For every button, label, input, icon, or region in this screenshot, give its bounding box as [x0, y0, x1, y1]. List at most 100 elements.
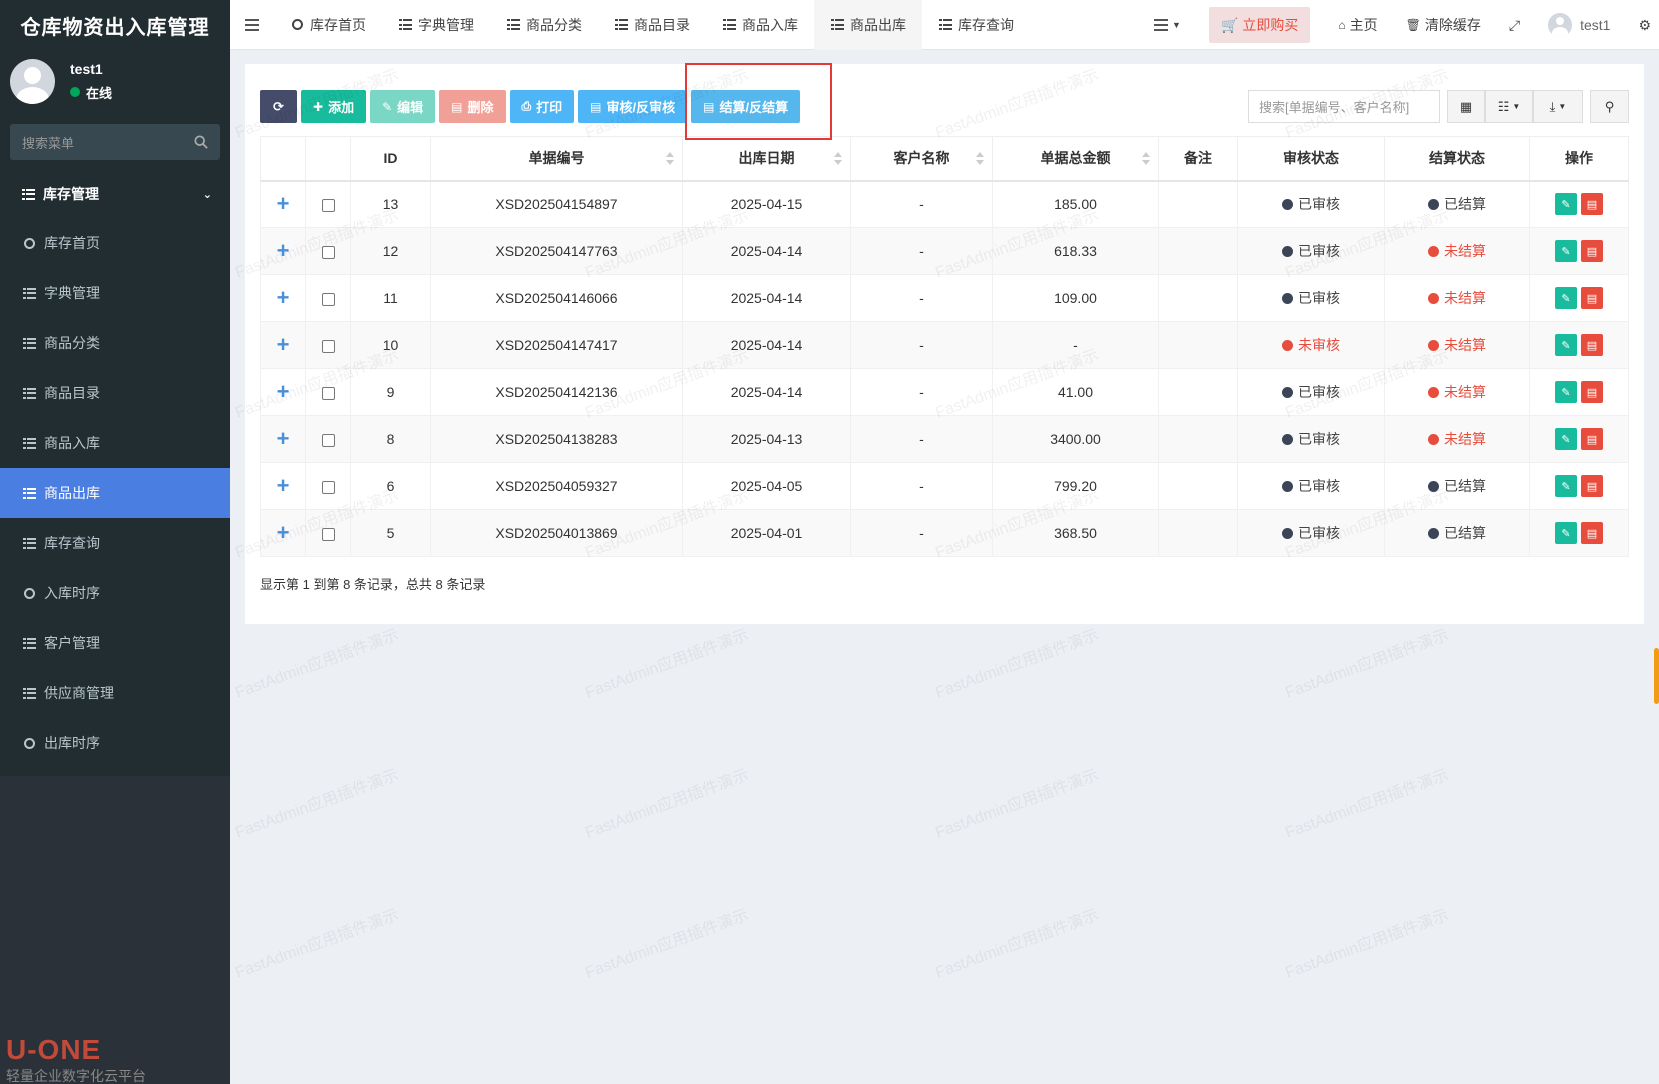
- row-delete-button[interactable]: ▤: [1581, 334, 1603, 356]
- sidebar-item-10[interactable]: 出库时序: [0, 718, 230, 768]
- sort-icon[interactable]: [976, 152, 984, 166]
- columns-button[interactable]: ☷ ▼: [1485, 90, 1533, 123]
- row-checkbox[interactable]: [321, 433, 335, 447]
- sort-icon[interactable]: [834, 152, 842, 166]
- export-button[interactable]: ⤓ ▼: [1533, 90, 1583, 123]
- user-menu[interactable]: test1: [1534, 0, 1624, 50]
- select-cell[interactable]: [305, 321, 351, 369]
- expand-cell[interactable]: +: [260, 227, 306, 275]
- home-link[interactable]: ⌂ 主页: [1324, 0, 1391, 50]
- select-cell[interactable]: [305, 462, 351, 510]
- col-header-date[interactable]: 出库日期: [682, 136, 851, 182]
- sidebar-item-4[interactable]: 商品入库: [0, 418, 230, 468]
- tab-0[interactable]: 库存首页: [274, 0, 382, 50]
- sidebar-item-7[interactable]: 入库时序: [0, 568, 230, 618]
- row-edit-button[interactable]: ✎: [1555, 428, 1577, 450]
- select-cell[interactable]: [305, 415, 351, 463]
- refresh-button[interactable]: ⟳: [260, 90, 297, 123]
- col-header-customer[interactable]: 客户名称: [850, 136, 993, 182]
- sidebar-item-2[interactable]: 商品分类: [0, 318, 230, 368]
- expand-plus-icon[interactable]: +: [277, 332, 290, 357]
- row-delete-button[interactable]: ▤: [1581, 522, 1603, 544]
- sort-icon[interactable]: [666, 152, 674, 166]
- tab-6[interactable]: 库存查询: [922, 0, 1030, 50]
- sidebar-item-9[interactable]: 供应商管理: [0, 668, 230, 718]
- expand-cell[interactable]: +: [260, 180, 306, 228]
- settings-button[interactable]: ⚙: [1624, 0, 1659, 50]
- search-icon[interactable]: [194, 135, 208, 149]
- select-all-header[interactable]: [305, 136, 351, 182]
- expand-plus-icon[interactable]: +: [277, 238, 290, 263]
- row-checkbox[interactable]: [321, 480, 335, 494]
- row-delete-button[interactable]: ▤: [1581, 287, 1603, 309]
- expand-plus-icon[interactable]: +: [277, 379, 290, 404]
- delete-button[interactable]: ▤ 删除: [439, 90, 506, 123]
- add-button[interactable]: ✚ 添加: [301, 90, 367, 123]
- row-delete-button[interactable]: ▤: [1581, 240, 1603, 262]
- app-brand[interactable]: 仓库物资出入库管理: [0, 0, 230, 50]
- row-edit-button[interactable]: ✎: [1555, 334, 1577, 356]
- sidebar-toggle-button[interactable]: [230, 0, 274, 50]
- row-checkbox[interactable]: [321, 292, 335, 306]
- row-edit-button[interactable]: ✎: [1555, 522, 1577, 544]
- row-edit-button[interactable]: ✎: [1555, 381, 1577, 403]
- expand-cell[interactable]: +: [260, 415, 306, 463]
- col-header-no[interactable]: 单据编号: [430, 136, 683, 182]
- more-menu-button[interactable]: ▼: [1140, 0, 1195, 50]
- sidebar-item-5[interactable]: 商品出库: [0, 468, 230, 518]
- print-button[interactable]: ⎙ 打印: [509, 90, 575, 123]
- tab-3[interactable]: 商品目录: [598, 0, 706, 50]
- row-delete-button[interactable]: ▤: [1581, 381, 1603, 403]
- clear-cache-button[interactable]: 🗑 清除缓存: [1392, 0, 1495, 50]
- menu-group-inventory[interactable]: 库存管理 ⌄: [0, 170, 230, 218]
- row-edit-button[interactable]: ✎: [1555, 240, 1577, 262]
- expand-cell[interactable]: +: [260, 462, 306, 510]
- tab-1[interactable]: 字典管理: [382, 0, 490, 50]
- select-cell[interactable]: [305, 227, 351, 275]
- search-toggle-button[interactable]: ⚲: [1590, 90, 1629, 123]
- row-checkbox[interactable]: [321, 339, 335, 353]
- row-checkbox[interactable]: [321, 386, 335, 400]
- sidebar-item-1[interactable]: 字典管理: [0, 268, 230, 318]
- fullscreen-button[interactable]: ⤢: [1495, 0, 1534, 50]
- scroll-indicator[interactable]: [1654, 648, 1659, 704]
- row-checkbox[interactable]: [321, 527, 335, 541]
- col-header-amount[interactable]: 单据总金额: [992, 136, 1159, 182]
- toggle-view-button[interactable]: ▦: [1447, 90, 1485, 123]
- tab-5[interactable]: 商品出库: [814, 0, 922, 50]
- select-cell[interactable]: [305, 180, 351, 228]
- expand-plus-icon[interactable]: +: [277, 426, 290, 451]
- expand-plus-icon[interactable]: +: [277, 191, 290, 216]
- row-edit-button[interactable]: ✎: [1555, 287, 1577, 309]
- expand-plus-icon[interactable]: +: [277, 285, 290, 310]
- row-edit-button[interactable]: ✎: [1555, 193, 1577, 216]
- select-cell[interactable]: [305, 274, 351, 322]
- buy-now-button[interactable]: 🛒 立即购买: [1208, 7, 1311, 43]
- tab-4[interactable]: 商品入库: [706, 0, 814, 50]
- tab-2[interactable]: 商品分类: [490, 0, 598, 50]
- row-delete-button[interactable]: ▤: [1581, 193, 1603, 216]
- row-checkbox[interactable]: [321, 245, 335, 259]
- expand-cell[interactable]: +: [260, 368, 306, 416]
- sidebar-item-6[interactable]: 库存查询: [0, 518, 230, 568]
- select-cell[interactable]: [305, 368, 351, 416]
- expand-cell[interactable]: +: [260, 321, 306, 369]
- select-cell[interactable]: [305, 509, 351, 557]
- expand-cell[interactable]: +: [260, 509, 306, 557]
- col-header-id[interactable]: ID: [350, 136, 431, 182]
- expand-cell[interactable]: +: [260, 274, 306, 322]
- row-delete-button[interactable]: ▤: [1581, 475, 1603, 497]
- sidebar-item-0[interactable]: 库存首页: [0, 218, 230, 268]
- row-edit-button[interactable]: ✎: [1555, 475, 1577, 497]
- sidebar-item-3[interactable]: 商品目录: [0, 368, 230, 418]
- sidebar-item-8[interactable]: 客户管理: [0, 618, 230, 668]
- menu-search-input[interactable]: 搜索菜单: [10, 124, 220, 160]
- row-delete-button[interactable]: ▤: [1581, 428, 1603, 450]
- row-checkbox[interactable]: [321, 199, 335, 213]
- audit-button[interactable]: ▤ 审核/反审核: [578, 90, 688, 123]
- table-search-input[interactable]: 搜索[单据编号、客户名称]: [1248, 90, 1440, 123]
- expand-plus-icon[interactable]: +: [277, 520, 290, 545]
- sort-icon[interactable]: [1142, 152, 1150, 166]
- edit-button[interactable]: ✎ 编辑: [370, 90, 436, 123]
- expand-plus-icon[interactable]: +: [277, 473, 290, 498]
